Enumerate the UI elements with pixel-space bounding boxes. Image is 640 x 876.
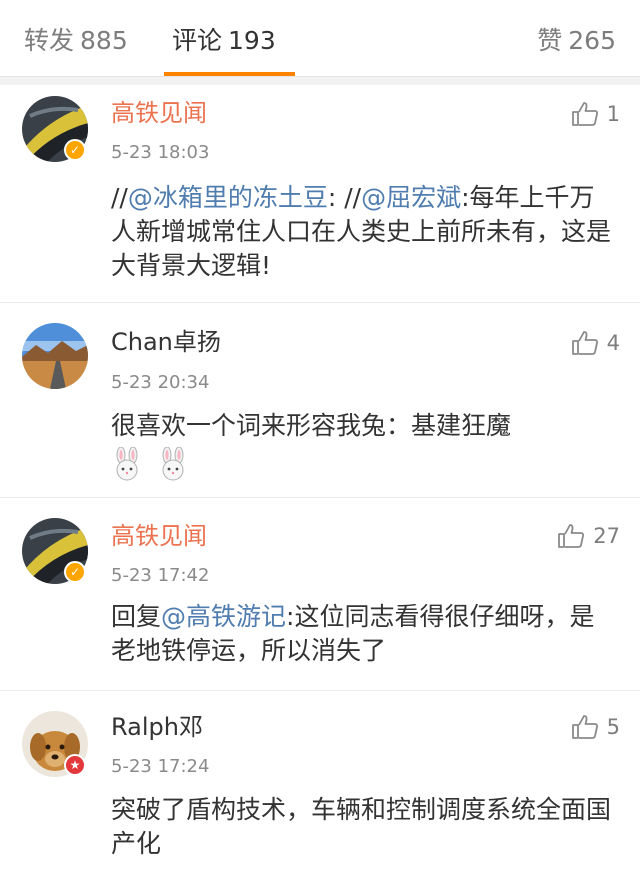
comment-text-part: : // — [327, 183, 362, 212]
tab-repost-label: 转发 — [24, 26, 75, 55]
rabbit-emoji-icon — [116, 447, 138, 481]
tab-repost-count: 885 — [80, 26, 128, 55]
comment-text: //@冰箱里的冻土豆: //@屈宏斌:每年上千万人新增城常住人口在人类史上前所未… — [111, 181, 611, 283]
emoji-row — [111, 447, 611, 483]
like-count: 1 — [606, 102, 620, 126]
comment-username[interactable]: 高铁见闻 — [111, 520, 207, 552]
comment-item: Chan卓扬 5-23 20:34 4 很喜欢一个词来形容我兔：基建狂魔 — [0, 302, 640, 498]
comment-username[interactable]: 高铁见闻 — [111, 97, 207, 129]
comment-item: ★ Ralph邓 5-23 17:24 5 突破了盾构技术，车辆和控制调度系统全… — [0, 690, 640, 876]
like-button[interactable]: 1 — [571, 99, 620, 129]
comment-text-part: 回复 — [111, 602, 162, 631]
tab-like[interactable]: 赞 265 — [537, 24, 616, 58]
comment-time: 5-23 17:42 — [111, 565, 210, 586]
like-button[interactable]: 4 — [571, 328, 620, 358]
like-button[interactable]: 5 — [571, 712, 620, 742]
comment-text-part: 突破了盾构技术，车辆和控制调度系统全面国产化 — [111, 795, 612, 858]
verified-badge-icon: ✓ — [64, 139, 86, 161]
tab-bar: 转发 885 评论 193 赞 265 — [0, 0, 640, 77]
comment-text-part: // — [111, 183, 128, 212]
like-button[interactable]: 27 — [557, 521, 620, 551]
tab-comment-label: 评论 — [172, 26, 223, 55]
comment-time: 5-23 20:34 — [111, 372, 210, 393]
section-divider — [0, 77, 640, 85]
like-count: 27 — [593, 524, 620, 548]
verified-badge-icon: ✓ — [64, 561, 86, 583]
like-count: 5 — [606, 715, 620, 739]
comment-time: 5-23 18:03 — [111, 142, 210, 163]
rabbit-emoji-icon — [162, 447, 184, 481]
tab-like-count: 265 — [568, 26, 616, 55]
comment-username[interactable]: Ralph邓 — [111, 711, 203, 743]
comment-text: 很喜欢一个词来形容我兔：基建狂魔 — [111, 409, 611, 483]
thumbs-up-icon — [571, 102, 598, 126]
comment-text-part: 很喜欢一个词来形容我兔：基建狂魔 — [111, 411, 512, 440]
comment-item: ✓ 高铁见闻 5-23 17:42 27 回复@高铁游记:这位同志看得很仔细呀，… — [0, 497, 640, 691]
mention-link[interactable]: @高铁游记 — [161, 602, 286, 631]
star-badge-icon: ★ — [64, 754, 86, 776]
comment-time: 5-23 17:24 — [111, 756, 210, 777]
mention-link[interactable]: @屈宏斌 — [361, 183, 461, 212]
thumbs-up-icon — [571, 715, 598, 739]
thumbs-up-icon — [558, 524, 585, 548]
tab-like-label: 赞 — [537, 26, 563, 55]
avatar[interactable] — [22, 323, 88, 389]
comment-text: 突破了盾构技术，车辆和控制调度系统全面国产化 — [111, 793, 611, 861]
tab-repost[interactable]: 转发 885 — [24, 24, 128, 58]
tab-comment[interactable]: 评论 193 — [172, 24, 276, 58]
mention-link[interactable]: @冰箱里的冻土豆 — [128, 183, 328, 212]
comment-username[interactable]: Chan卓扬 — [111, 326, 221, 358]
thumbs-up-icon — [571, 331, 598, 355]
comment-item: ✓ 高铁见闻 5-23 18:03 1 //@冰箱里的冻土豆: //@屈宏斌:每… — [0, 85, 640, 302]
like-count: 4 — [606, 331, 620, 355]
comment-text: 回复@高铁游记:这位同志看得很仔细呀，是老地铁停运，所以消失了 — [111, 600, 611, 668]
active-tab-indicator — [164, 72, 295, 76]
tab-comment-count: 193 — [228, 26, 276, 55]
